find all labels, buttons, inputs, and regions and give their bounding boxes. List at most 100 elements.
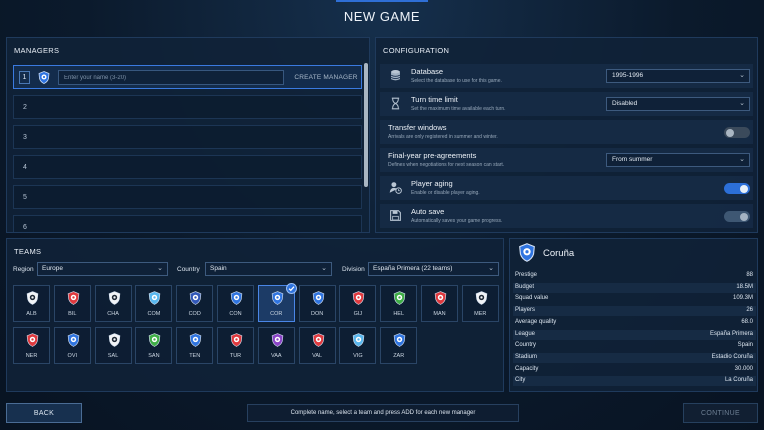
manager-row-number: 6 — [23, 224, 27, 231]
manager-row-number: 5 — [23, 194, 27, 201]
managers-scrollbar[interactable] — [364, 63, 368, 187]
preagreements-select-value: From summer — [612, 156, 653, 163]
team-tile-man[interactable]: MAN — [421, 285, 458, 322]
shield-icon — [189, 333, 202, 347]
page-title: NEW GAME — [343, 9, 421, 24]
configuration-panel: CONFIGURATION Database Select the databa… — [375, 37, 758, 233]
create-manager-button[interactable]: CREATE MANAGER — [292, 70, 360, 85]
team-stat-key: City — [515, 377, 526, 384]
team-tile-tur[interactable]: TUR — [217, 327, 254, 364]
team-stat-row: Country Spain — [513, 341, 756, 351]
shield-icon — [108, 291, 120, 305]
team-abbr: COD — [188, 311, 201, 317]
team-tile-cor[interactable]: COR — [257, 283, 297, 322]
preagreements-select[interactable]: From summer ⌄ — [606, 153, 750, 167]
team-abbr: TUR — [229, 353, 242, 359]
team-stat-key: Players — [515, 307, 536, 314]
team-tile-con[interactable]: CON — [217, 285, 254, 322]
manager-row-5[interactable]: 5 — [13, 185, 362, 209]
team-abbr: NER — [25, 353, 38, 359]
shield-icon — [230, 291, 243, 305]
team-abbr: SAL — [107, 353, 119, 359]
auto-save-toggle[interactable] — [724, 211, 750, 222]
team-tile-ner[interactable]: NER — [13, 327, 50, 364]
manager-row-4[interactable]: 4 — [13, 155, 362, 179]
team-tile-gij[interactable]: GIJ — [339, 285, 377, 322]
team-tile-bil[interactable]: BIL — [53, 285, 91, 322]
database-select[interactable]: 1995-1996 ⌄ — [606, 69, 750, 83]
team-abbr: CHA — [107, 311, 119, 317]
manager-row-number: 4 — [23, 164, 27, 171]
shield-icon — [108, 333, 120, 347]
team-tile-hel[interactable]: HEL — [380, 285, 418, 322]
team-tile-ovi[interactable]: OVI — [53, 327, 91, 364]
shield-icon — [149, 333, 161, 347]
manager-row-6[interactable]: 6 — [13, 215, 362, 232]
team-tile-cha[interactable]: CHA — [94, 285, 132, 322]
manager-name-input[interactable] — [58, 70, 284, 85]
team-stat-key: League — [515, 330, 536, 337]
player-aging-toggle[interactable] — [724, 183, 750, 194]
config-autosave-label: Auto save — [411, 207, 445, 216]
team-stat-row: Budget 18.5M — [513, 282, 756, 293]
shield-icon — [38, 71, 50, 84]
shield-icon — [26, 333, 39, 347]
transfer-windows-toggle[interactable] — [724, 127, 750, 138]
manager-row-1[interactable]: 1 CREATE MANAGER — [13, 65, 362, 89]
team-stat-value: 18.5M — [736, 283, 753, 290]
hint-bar: Complete name, select a team and press A… — [247, 404, 519, 422]
team-stat-row: City La Coruña — [513, 376, 756, 387]
toggle-knob — [726, 128, 734, 137]
config-transfer-row: Transfer windows Arrivals are only regis… — [380, 120, 753, 144]
team-stat-key: Prestige — [515, 272, 538, 278]
back-button[interactable]: BACK — [6, 403, 82, 423]
team-stat-key: Squad value — [515, 295, 549, 302]
config-aging-label: Player aging — [411, 179, 453, 188]
team-tile-vig[interactable]: VIG — [339, 327, 377, 364]
chevron-down-icon: ⌄ — [488, 265, 494, 272]
config-transfer-desc: Arrivals are only registered in summer a… — [388, 134, 498, 140]
team-abbr: OVI — [67, 353, 78, 359]
turn-time-select[interactable]: Disabled ⌄ — [606, 97, 750, 111]
division-select-value: España Primera (22 teams) — [373, 265, 453, 272]
continue-button[interactable]: CONTINUE — [683, 403, 758, 423]
shield-icon — [475, 291, 488, 305]
region-select[interactable]: Europe ⌄ — [37, 262, 168, 276]
manager-row-3[interactable]: 3 — [13, 125, 362, 149]
team-abbr: SAN — [148, 353, 160, 359]
top-accent-line — [336, 0, 428, 2]
team-tile-sal[interactable]: SAL — [94, 327, 132, 364]
team-abbr: MER — [474, 311, 487, 317]
manager-row-2[interactable]: 2 — [13, 95, 362, 119]
shield-icon — [312, 333, 324, 347]
manager-row-number: 2 — [23, 104, 27, 111]
team-tile-san[interactable]: SAN — [135, 327, 173, 364]
team-tile-val[interactable]: VAL — [298, 327, 336, 364]
team-tile-vaa[interactable]: VAA — [257, 327, 295, 364]
team-tile-zar[interactable]: ZAR — [380, 327, 418, 364]
team-stat-row: Capacity 30.000 — [513, 365, 756, 375]
division-select[interactable]: España Primera (22 teams) ⌄ — [368, 262, 499, 276]
team-tile-alb[interactable]: ALB — [13, 285, 50, 322]
team-stat-value: España Primera — [709, 330, 753, 337]
team-stat-value: 88 — [746, 272, 753, 278]
shield-icon — [67, 333, 80, 347]
shield-icon — [312, 291, 324, 305]
team-abbr: VAL — [312, 353, 323, 359]
team-tile-cod[interactable]: COD — [176, 285, 214, 322]
user-clock-icon — [389, 182, 402, 194]
teams-panel: TEAMS Region Europe ⌄ Country Spain ⌄ Di… — [6, 238, 504, 392]
chevron-down-icon: ⌄ — [321, 265, 327, 272]
country-select[interactable]: Spain ⌄ — [205, 262, 332, 276]
team-tile-mer[interactable]: MER — [461, 285, 499, 322]
team-stat-row: Stadium Estadio Coruña — [513, 352, 756, 363]
team-stat-value: Spain — [737, 342, 753, 349]
shield-icon — [26, 291, 39, 305]
database-select-value: 1995-1996 — [612, 72, 644, 79]
teams-title: TEAMS — [14, 247, 42, 256]
team-tile-ten[interactable]: TEN — [176, 327, 214, 364]
division-label: Division — [342, 266, 365, 273]
team-abbr: DON — [310, 311, 324, 317]
team-tile-com[interactable]: COM — [135, 285, 173, 322]
team-tile-don[interactable]: DON — [298, 285, 336, 322]
